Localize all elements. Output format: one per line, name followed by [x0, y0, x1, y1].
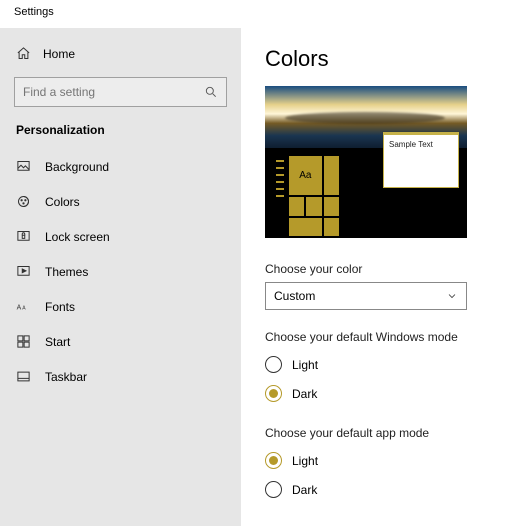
background-icon	[16, 159, 31, 174]
colors-icon	[16, 194, 31, 209]
choose-color-select[interactable]: Custom	[265, 282, 467, 310]
search-input-box[interactable]	[14, 77, 227, 107]
choose-color-label: Choose your color	[265, 262, 496, 276]
windows-mode-group: Light Dark	[265, 350, 496, 408]
window-title: Settings	[0, 0, 520, 28]
app-mode-light[interactable]: Light	[265, 446, 496, 475]
preview-tile-big: Aa	[289, 156, 322, 195]
app-mode-dark[interactable]: Dark	[265, 475, 496, 504]
home-link[interactable]: Home	[0, 38, 241, 69]
windows-mode-dark[interactable]: Dark	[265, 379, 496, 408]
color-preview: Aa Sample Text	[265, 86, 467, 238]
radio-label: Dark	[292, 483, 317, 497]
sidebar-item-themes[interactable]: Themes	[0, 254, 241, 289]
sidebar-item-label: Colors	[45, 195, 80, 209]
radio-icon	[265, 356, 282, 373]
start-icon	[16, 334, 31, 349]
sidebar-item-colors[interactable]: Colors	[0, 184, 241, 219]
home-icon	[16, 46, 31, 61]
search-icon	[204, 85, 218, 99]
sidebar-item-label: Taskbar	[45, 370, 87, 384]
app-mode-label: Choose your default app mode	[265, 426, 496, 440]
radio-label: Light	[292, 454, 318, 468]
page-title: Colors	[265, 46, 496, 72]
search-input[interactable]	[23, 85, 204, 99]
sidebar-item-label: Fonts	[45, 300, 75, 314]
preview-sample-text: Sample Text	[384, 135, 458, 154]
sidebar-item-label: Themes	[45, 265, 88, 279]
search-wrap	[0, 69, 241, 117]
home-label: Home	[43, 47, 75, 61]
preview-sample-window: Sample Text	[383, 132, 459, 188]
themes-icon	[16, 264, 31, 279]
sidebar-item-label: Background	[45, 160, 109, 174]
app-mode-group: Light Dark	[265, 446, 496, 504]
radio-icon-selected	[265, 385, 282, 402]
sidebar-item-label: Start	[45, 335, 70, 349]
preview-start: Aa	[273, 154, 341, 238]
main: Colors Aa Sample Text Choose	[241, 28, 520, 526]
choose-color-value: Custom	[274, 289, 315, 303]
radio-label: Dark	[292, 387, 317, 401]
svg-text:A: A	[22, 306, 26, 312]
preview-cloud	[285, 112, 445, 124]
sidebar: Home Personalization Background	[0, 28, 241, 526]
sidebar-item-fonts[interactable]: AA Fonts	[0, 289, 241, 324]
taskbar-icon	[16, 369, 31, 384]
windows-mode-label: Choose your default Windows mode	[265, 330, 496, 344]
fonts-icon: AA	[16, 299, 31, 314]
sidebar-item-taskbar[interactable]: Taskbar	[0, 359, 241, 394]
sidebar-item-lockscreen[interactable]: Lock screen	[0, 219, 241, 254]
svg-text:A: A	[17, 305, 22, 312]
layout: Home Personalization Background	[0, 28, 520, 526]
radio-icon	[265, 481, 282, 498]
nav: Background Colors Lock screen Themes	[0, 149, 241, 394]
radio-label: Light	[292, 358, 318, 372]
radio-icon-selected	[265, 452, 282, 469]
sidebar-item-start[interactable]: Start	[0, 324, 241, 359]
lockscreen-icon	[16, 229, 31, 244]
windows-mode-light[interactable]: Light	[265, 350, 496, 379]
section-title: Personalization	[0, 117, 241, 143]
sidebar-item-background[interactable]: Background	[0, 149, 241, 184]
chevron-down-icon	[446, 290, 458, 302]
sidebar-item-label: Lock screen	[45, 230, 110, 244]
